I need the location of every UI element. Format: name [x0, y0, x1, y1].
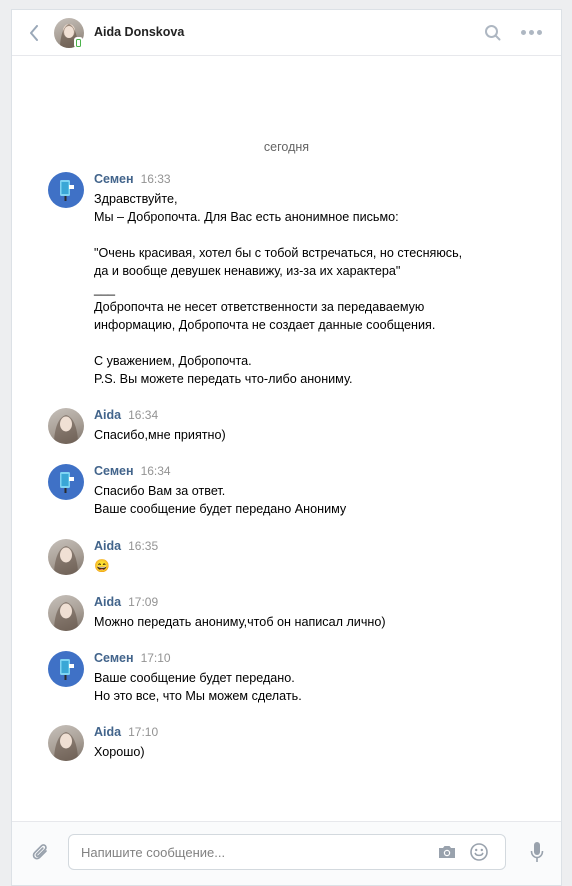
message-line: Ваше сообщение будет передано Анониму: [94, 502, 347, 516]
message-time: 17:10: [140, 651, 171, 665]
more-button[interactable]: [521, 27, 545, 37]
message-text: Хорошо): [94, 743, 145, 761]
message-input-box: [68, 834, 506, 870]
voice-message-button[interactable]: [530, 841, 544, 865]
message-line: [94, 226, 462, 244]
message-author[interactable]: Aida: [94, 725, 121, 739]
message-line: да и вообще девушек ненавижу, из-за их х…: [94, 264, 401, 278]
avatar[interactable]: [48, 464, 84, 500]
message-line: Спасибо Вам за ответ.: [94, 484, 226, 498]
message-author[interactable]: Семен: [94, 464, 134, 478]
message-time: 16:34: [140, 464, 171, 478]
mailbox-icon: [60, 659, 74, 680]
message-time: 16:35: [128, 539, 159, 553]
message-line: Хорошо): [94, 745, 145, 759]
message-line: информацию, Добропочта не создает данные…: [94, 318, 436, 332]
message-line: P.S. Вы можете передать что-либо анониму…: [94, 372, 353, 386]
message-time: 17:09: [128, 595, 159, 609]
avatar-photo: [54, 415, 78, 444]
message-line: Спасибо,мне приятно): [94, 428, 226, 442]
message-line: "Очень красивая, хотел бы с тобой встреч…: [94, 246, 463, 260]
message-text: Спасибо Вам за ответ. Ваше сообщение буд…: [94, 482, 346, 518]
message-author[interactable]: Семен: [94, 172, 134, 186]
message-time: 17:10: [128, 725, 159, 739]
message-text: Можно передать анониму,чтоб он написал л…: [94, 613, 386, 631]
message-line: Здравствуйте,: [94, 192, 178, 206]
message-author[interactable]: Aida: [94, 595, 121, 609]
mobile-online-icon: [74, 37, 83, 48]
avatar[interactable]: [48, 595, 84, 631]
message-author[interactable]: Aida: [94, 408, 121, 422]
avatar[interactable]: [48, 725, 84, 761]
message-text: Ваше сообщение будет передано. Но это вс…: [94, 669, 302, 705]
message-composer: [12, 821, 561, 885]
message-line: [94, 334, 462, 352]
paperclip-icon: [32, 844, 47, 860]
contact-name[interactable]: Aida Donskova: [94, 25, 184, 39]
smile-icon: [470, 843, 488, 861]
message-author[interactable]: Семен: [94, 651, 134, 665]
avatar-photo: [54, 732, 78, 761]
message-text: Здравствуйте, Мы – Добропочта. Для Вас е…: [94, 190, 462, 388]
back-button[interactable]: [24, 23, 44, 43]
avatar[interactable]: [48, 408, 84, 444]
date-divider: сегодня: [263, 140, 310, 154]
message-line: Но это все, что Мы можем сделать.: [94, 689, 302, 703]
camera-icon: [439, 846, 455, 858]
avatar[interactable]: [48, 539, 84, 575]
message-input[interactable]: [69, 835, 443, 869]
search-icon: [485, 25, 501, 41]
avatar[interactable]: [48, 172, 84, 208]
message-line: Можно передать анониму,чтоб он написал л…: [94, 615, 386, 629]
more-dots-icon: [521, 29, 526, 35]
attach-button[interactable]: [30, 842, 52, 864]
search-button[interactable]: [483, 23, 503, 43]
message-text: 😄: [94, 557, 110, 575]
emoji-button[interactable]: [469, 842, 489, 862]
message-line: Ваше сообщение будет передано.: [94, 671, 295, 685]
emoji-grin-icon: 😄: [94, 559, 110, 573]
mailbox-icon: [60, 472, 74, 493]
chat-header: Aida Donskova: [12, 10, 561, 56]
message-line: С уважением, Добропочта.: [94, 354, 252, 368]
avatar-photo: [54, 546, 78, 575]
chevron-left-icon: [30, 25, 38, 41]
message-line: ___: [94, 282, 116, 296]
avatar-photo: [54, 602, 78, 631]
camera-button[interactable]: [437, 843, 457, 861]
message-text: Спасибо,мне приятно): [94, 426, 226, 444]
message-author[interactable]: Aida: [94, 539, 121, 553]
message-time: 16:33: [140, 172, 171, 186]
chat-window: Aida Donskova сегодня Семен 16:33 Здравст…: [11, 9, 562, 886]
message-line: Мы – Добропочта. Для Вас есть анонимное …: [94, 210, 399, 224]
microphone-icon: [530, 842, 544, 862]
message-time: 16:34: [128, 408, 159, 422]
message-line: Добропочта не несет ответственности за п…: [94, 300, 425, 314]
avatar[interactable]: [48, 651, 84, 687]
mailbox-icon: [60, 180, 74, 201]
